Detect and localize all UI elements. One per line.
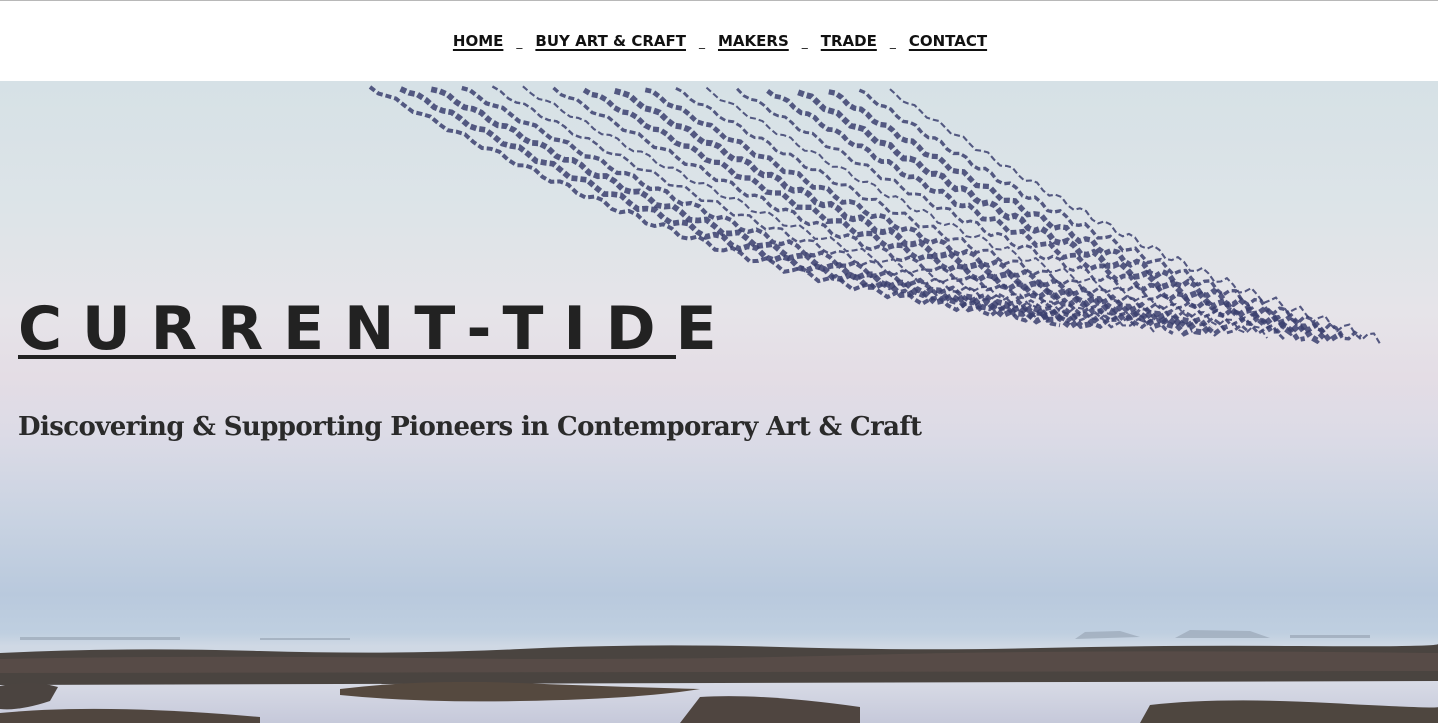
nav-separator: _ (889, 35, 896, 49)
brand-title: CURRENT-TIDE (18, 294, 737, 364)
nav-buy-art-craft-link[interactable]: BUY ART & CRAFT (535, 32, 686, 50)
nav-home-link[interactable]: HOME (453, 32, 503, 50)
nav-separator: _ (801, 35, 808, 49)
nav-separator: _ (698, 35, 705, 49)
top-navigation-bar: HOME _ BUY ART & CRAFT _ MAKERS _ TRADE … (0, 1, 1438, 81)
sculpture-strand (491, 85, 1137, 329)
sculpture-strand (368, 85, 1061, 328)
brand-underline (18, 355, 676, 359)
nav-contact-link[interactable]: CONTACT (909, 32, 987, 50)
nav-makers-link[interactable]: MAKERS (718, 32, 789, 50)
horizon-islands (20, 630, 1370, 640)
main-nav: HOME _ BUY ART & CRAFT _ MAKERS _ TRADE … (453, 32, 987, 50)
hero-tagline: Discovering & Supporting Pioneers in Con… (18, 412, 922, 442)
hero-background-image (0, 85, 1438, 723)
hero-banner: CURRENT-TIDE Discovering & Supporting Pi… (0, 81, 1438, 723)
sculpture-strand (430, 86, 1100, 330)
nav-separator: _ (516, 35, 523, 49)
nav-trade-link[interactable]: TRADE (821, 32, 877, 50)
